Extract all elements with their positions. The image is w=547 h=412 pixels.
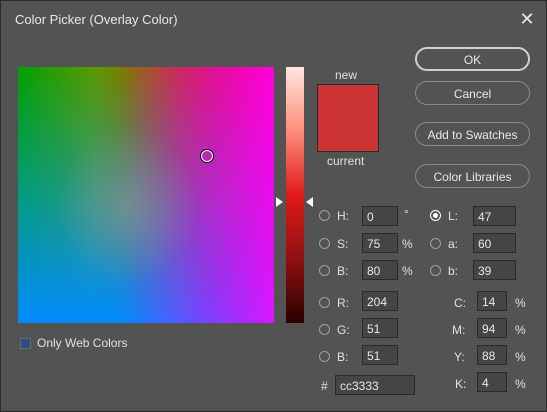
color-field-cursor[interactable] [201, 150, 213, 162]
radio-a[interactable] [430, 238, 441, 249]
r-label: R: [337, 296, 349, 310]
dialog-title: Color Picker (Overlay Color) [15, 12, 178, 27]
radio-b-rgb[interactable] [319, 351, 330, 362]
h-unit: ° [404, 207, 409, 221]
color-picker-dialog: Color Picker (Overlay Color) ✕ new curre… [0, 0, 547, 412]
h-label: H: [337, 209, 349, 223]
g-label: G: [337, 323, 350, 337]
only-web-colors-label: Only Web Colors [37, 336, 128, 350]
radio-l[interactable] [430, 210, 441, 221]
m-unit: % [515, 323, 526, 337]
c-unit: % [515, 296, 526, 310]
b-hsb-input[interactable]: 80 [362, 260, 398, 280]
color-swatch [317, 84, 379, 152]
s-input[interactable]: 75 [362, 233, 398, 253]
y-unit: % [515, 350, 526, 364]
a-input[interactable]: 60 [473, 233, 516, 253]
s-unit: % [402, 237, 413, 251]
k-input[interactable]: 4 [477, 372, 507, 392]
new-label: new [335, 68, 358, 82]
new-color-swatch [318, 85, 378, 118]
s-label: S: [337, 237, 349, 251]
l-input[interactable]: 47 [473, 206, 516, 226]
add-to-swatches-button[interactable]: Add to Swatches [415, 122, 530, 146]
title-bar[interactable]: Color Picker (Overlay Color) ✕ [1, 1, 546, 38]
b-rgb-input[interactable]: 51 [362, 345, 398, 365]
m-label: M: [452, 323, 466, 337]
b-hsb-label: B: [337, 264, 349, 278]
k-label: K: [455, 377, 467, 391]
r-input[interactable]: 204 [362, 291, 398, 311]
g-input[interactable]: 51 [362, 318, 398, 338]
l-label: L: [448, 209, 459, 223]
k-unit: % [515, 377, 526, 391]
b-hsb-unit: % [402, 264, 413, 278]
color-field[interactable] [18, 67, 274, 323]
color-libraries-button[interactable]: Color Libraries [415, 164, 530, 188]
ok-button[interactable]: OK [415, 47, 530, 71]
only-web-colors-checkbox[interactable] [20, 338, 31, 349]
m-input[interactable]: 94 [477, 318, 507, 338]
slider-handle-left-icon[interactable] [276, 197, 283, 207]
radio-h[interactable] [319, 210, 330, 221]
slider-handle-right-icon[interactable] [306, 197, 313, 207]
y-label: Y: [454, 350, 465, 364]
hex-input[interactable]: cc3333 [335, 375, 415, 395]
b-rgb-label: B: [337, 350, 349, 364]
a-label: a: [448, 237, 459, 251]
radio-b-hsb[interactable] [319, 265, 330, 276]
close-icon[interactable]: ✕ [518, 10, 536, 28]
radio-b-lab[interactable] [430, 265, 441, 276]
radio-r[interactable] [319, 297, 330, 308]
c-input[interactable]: 14 [477, 291, 507, 311]
hex-label: # [321, 379, 328, 393]
radio-g[interactable] [319, 324, 330, 335]
c-label: C: [454, 296, 466, 310]
current-label: current [327, 154, 365, 168]
h-input[interactable]: 0 [362, 206, 398, 226]
cancel-button[interactable]: Cancel [415, 81, 530, 105]
b-lab-input[interactable]: 39 [473, 260, 516, 280]
current-color-swatch[interactable] [318, 118, 378, 151]
radio-s[interactable] [319, 238, 330, 249]
b-lab-label: b: [448, 264, 459, 278]
color-slider[interactable] [286, 67, 304, 323]
y-input[interactable]: 88 [477, 345, 507, 365]
